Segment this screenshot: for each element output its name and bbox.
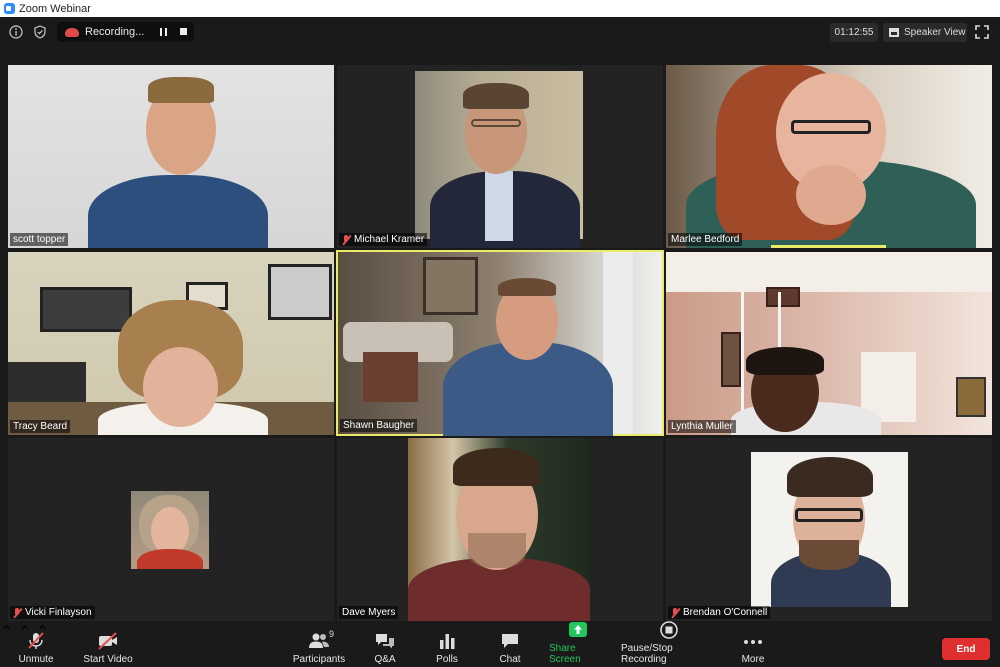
- share-screen-icon: [567, 621, 589, 639]
- video-feed: [338, 252, 662, 436]
- start-video-button[interactable]: Start Video: [82, 622, 134, 667]
- participant-tile[interactable]: Vicki Finlayson: [8, 438, 334, 621]
- meeting-controls: Unmute ⌃ Start Video ⌃ 9 Participants Q&…: [0, 621, 1000, 667]
- chat-icon: [499, 632, 521, 650]
- participant-tile[interactable]: Dave Myers: [337, 438, 663, 621]
- shield-icon[interactable]: [32, 24, 48, 40]
- zoom-logo-icon: [4, 3, 15, 14]
- participant-name-label: Michael Kramer: [339, 233, 428, 246]
- unmute-button[interactable]: Unmute: [16, 622, 56, 667]
- share-screen-button[interactable]: Share Screen: [549, 622, 607, 667]
- recording-controls-icon: [658, 621, 680, 639]
- cloud-recording-icon: [65, 27, 79, 37]
- polls-icon: [436, 632, 458, 650]
- microphone-muted-icon: [25, 632, 47, 650]
- video-feed: [337, 65, 663, 248]
- pause-stop-recording-button[interactable]: Pause/Stop Recording: [621, 621, 717, 667]
- mic-muted-icon: [342, 234, 351, 245]
- recording-indicator: Recording...: [57, 22, 194, 42]
- participant-tile[interactable]: Tracy Beard: [8, 252, 334, 435]
- chat-label: Chat: [499, 654, 521, 665]
- recording-status-label: Recording...: [85, 26, 145, 38]
- unmute-label: Unmute: [18, 654, 54, 665]
- participant-name-label: scott topper: [10, 233, 69, 246]
- mic-muted-icon: [13, 607, 22, 618]
- participant-name-label: Lynthia Muller: [668, 420, 736, 433]
- audio-options-caret-icon[interactable]: ⌃: [0, 624, 13, 641]
- video-feed: [337, 438, 663, 621]
- participant-name-label: Marlee Bedford: [668, 233, 743, 246]
- share-screen-label: Share Screen: [549, 643, 581, 665]
- end-meeting-button[interactable]: End: [942, 638, 990, 660]
- speaker-view-icon: [889, 28, 899, 37]
- participant-name-label: Vicki Finlayson: [10, 606, 95, 619]
- participant-name-label: Dave Myers: [339, 606, 399, 619]
- participant-tile[interactable]: Michael Kramer: [337, 65, 663, 248]
- view-label: Speaker View: [904, 27, 966, 38]
- pause-recording-button[interactable]: [160, 28, 167, 36]
- qa-button[interactable]: Q&A: [372, 622, 398, 667]
- view-toggle-button[interactable]: Speaker View: [883, 23, 967, 42]
- meeting-topbar: Recording... 01:12:55 Speaker View: [0, 17, 1000, 47]
- video-feed: [8, 252, 334, 435]
- participant-tile[interactable]: Marlee Bedford: [666, 65, 992, 248]
- meeting-timer: 01:12:55: [830, 23, 878, 42]
- qa-icon: [374, 632, 396, 650]
- stop-recording-button[interactable]: [180, 28, 187, 35]
- participants-icon: 9: [308, 629, 334, 650]
- video-feed: [666, 252, 992, 435]
- more-button[interactable]: More: [739, 622, 767, 667]
- participant-tile[interactable]: Brendan O'Connell: [666, 438, 992, 621]
- start-video-label: Start Video: [83, 654, 133, 665]
- video-feed: [666, 438, 992, 621]
- participants-count: 9: [329, 629, 335, 639]
- video-off-icon: [97, 632, 119, 650]
- chat-button[interactable]: Chat: [497, 622, 523, 667]
- video-feed: [8, 65, 334, 248]
- audio-level-bar: [771, 245, 886, 248]
- fullscreen-icon[interactable]: [975, 25, 989, 39]
- participants-button[interactable]: 9 Participants: [291, 622, 347, 667]
- participant-name-label: Tracy Beard: [10, 420, 71, 433]
- participant-tile[interactable]: Shawn Baugher: [336, 250, 664, 436]
- participant-tile[interactable]: scott topper: [8, 65, 334, 248]
- participant-name-label: Shawn Baugher: [340, 419, 418, 432]
- participant-tile[interactable]: Lynthia Muller: [666, 252, 992, 435]
- qa-label: Q&A: [374, 654, 396, 665]
- more-dots-icon: [742, 632, 764, 650]
- mic-muted-icon: [671, 607, 680, 618]
- window-titlebar: Zoom Webinar: [0, 0, 1000, 17]
- polls-button[interactable]: Polls: [434, 622, 460, 667]
- pause-stop-recording-label: Pause/Stop Recording: [621, 643, 673, 665]
- polls-label: Polls: [436, 654, 458, 665]
- video-feed: [666, 65, 992, 248]
- avatar: [131, 491, 209, 569]
- info-icon[interactable]: [8, 24, 24, 40]
- more-label: More: [741, 654, 765, 665]
- participants-label: Participants: [292, 654, 346, 665]
- participant-name-label: Brendan O'Connell: [668, 606, 771, 619]
- window-title: Zoom Webinar: [19, 2, 91, 15]
